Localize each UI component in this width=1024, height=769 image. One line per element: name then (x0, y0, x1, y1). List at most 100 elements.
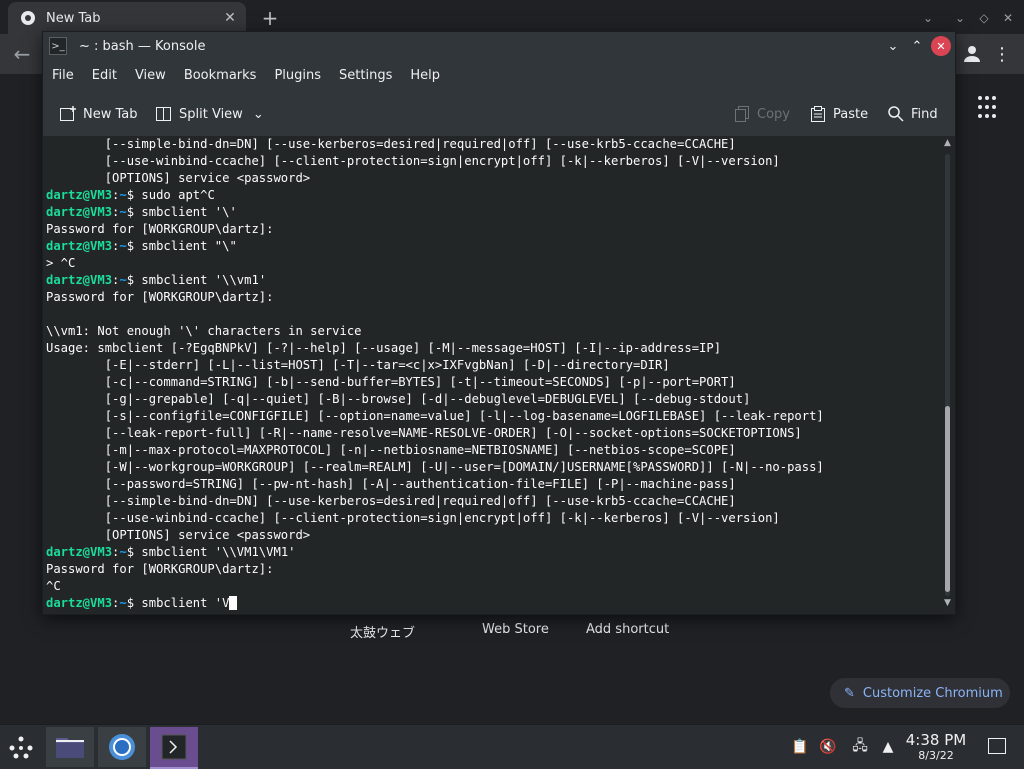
clock-date[interactable]: 8/3/22 (900, 749, 972, 762)
find-label: Find (911, 106, 938, 122)
terminal-prompt-line: dartz@VM3:~$ smbclient "\" (46, 238, 940, 255)
prompt-path: ~ (119, 273, 127, 287)
restore-icon[interactable]: ◇ (974, 8, 994, 28)
clipboard-icon[interactable]: 📋 (790, 737, 810, 757)
volume-muted-icon[interactable]: 🔇 (818, 737, 838, 757)
taskbar-chromium[interactable] (98, 727, 146, 767)
taskbar: 📋 🔇 🖧 ▲ 4:38 PM 8/3/22 (0, 724, 1024, 769)
paste-icon (811, 106, 825, 122)
prompt-user: dartz@VM3 (46, 239, 113, 253)
terminal-prompt-line: dartz@VM3:~$ smbclient '\' (46, 204, 940, 221)
apps-grid-icon[interactable] (978, 96, 1002, 120)
terminal-output-line: ^C (46, 579, 61, 593)
menu-view[interactable]: View (126, 68, 175, 83)
new-tab-button[interactable]: New Tab (59, 102, 138, 126)
prompt-symbol: $ (126, 188, 142, 202)
profile-icon[interactable] (960, 42, 984, 66)
find-button[interactable]: Find (887, 102, 938, 126)
terminal-view[interactable]: [--simple-bind-dn=DN] [--use-kerberos=de… (43, 136, 940, 614)
menu-help[interactable]: Help (401, 68, 449, 83)
prompt-symbol: $ (126, 205, 142, 219)
new-tab-label: New Tab (83, 106, 138, 122)
terminal-output-line: [--password=STRING] [--pw-nt-hash] [-A|-… (46, 477, 736, 491)
new-tab-button[interactable]: + (258, 6, 282, 30)
terminal-output-line: [--use-winbind-ccache] [--client-protect… (46, 154, 780, 168)
command-text: sudo apt^C (141, 188, 215, 202)
chromium-favicon-icon (21, 11, 35, 25)
scroll-down-icon[interactable]: ▼ (940, 598, 955, 612)
application-launcher-icon[interactable] (8, 735, 34, 761)
shortcut-web-store[interactable]: Web Store (482, 620, 586, 643)
menu-plugins[interactable]: Plugins (265, 68, 330, 83)
prompt-user: dartz@VM3 (46, 596, 113, 610)
command-text: smbclient '\' (141, 205, 237, 219)
terminal-output-line: [--simple-bind-dn=DN] [--use-kerberos=de… (46, 494, 736, 508)
shortcut-taiko[interactable]: 太鼓ウェブ (350, 620, 482, 643)
menu-edit[interactable]: Edit (83, 68, 126, 83)
show-desktop-icon[interactable] (988, 738, 1006, 754)
expand-tray-icon[interactable]: ▲ (878, 737, 898, 757)
close-window-icon[interactable]: ✕ (998, 8, 1018, 28)
taskbar-dolphin[interactable] (46, 727, 94, 767)
terminal-prompt-line: dartz@VM3:~$ sudo apt^C (46, 187, 940, 204)
customize-label: Customize Chromium (862, 685, 1003, 701)
text-cursor (229, 596, 237, 610)
menu-file[interactable]: File (43, 68, 83, 83)
maximize-icon[interactable]: ⌃ (907, 36, 927, 56)
prompt-user: dartz@VM3 (46, 188, 113, 202)
konsole-toolbar: New Tab Split View ⌄ Copy Paste Find (43, 96, 955, 132)
copy-label: Copy (757, 106, 790, 122)
terminal-output-line: [OPTIONS] service <password> (46, 171, 311, 185)
minimize-icon[interactable]: ⌄ (883, 36, 903, 56)
konsole-app-icon[interactable]: >_ (49, 37, 67, 55)
chromium-tab-strip: New Tab ✕ + ⌄ ⌄ ◇ ✕ (0, 0, 1024, 34)
terminal-output-line: \\vm1: Not enough '\' characters in serv… (46, 324, 362, 338)
scroll-thumb[interactable] (945, 406, 950, 592)
konsole-window: >_ ~ : bash — Konsole ⌄ ⌃ ✕ File Edit Vi… (42, 31, 956, 615)
tab-new-tab[interactable]: New Tab ✕ (8, 2, 246, 34)
chromium-icon (109, 734, 135, 760)
minimize-icon[interactable]: ⌄ (950, 8, 970, 28)
customize-chromium-button[interactable]: ✎ Customize Chromium (830, 678, 1010, 708)
split-view-icon (156, 107, 171, 121)
paste-button[interactable]: Paste (809, 102, 868, 126)
copy-icon (735, 106, 749, 122)
menu-settings[interactable]: Settings (330, 68, 401, 83)
shortcut-add[interactable]: Add shortcut (586, 620, 669, 643)
terminal-output-line: [-W|--workgroup=WORKGROUP] [--realm=REAL… (46, 460, 824, 474)
terminal-scrollbar[interactable]: ▲ ▼ (940, 136, 955, 614)
taskbar-konsole[interactable] (150, 727, 198, 769)
prompt-path: ~ (119, 188, 127, 202)
terminal-output-line: Password for [WORKGROUP\dartz]: (46, 562, 274, 576)
copy-button[interactable]: Copy (733, 102, 790, 126)
clock-time[interactable]: 4:38 PM (900, 731, 972, 749)
paste-label: Paste (833, 106, 869, 122)
tab-close-icon[interactable]: ✕ (220, 8, 240, 28)
prompt-symbol: $ (126, 273, 142, 287)
kebab-menu-icon[interactable]: ⋮ (990, 42, 1014, 66)
menu-bookmarks[interactable]: Bookmarks (175, 68, 266, 83)
prompt-path: ~ (119, 596, 127, 610)
window-title: ~ : bash — Konsole (79, 38, 206, 54)
search-icon (888, 106, 904, 122)
tab-title: New Tab (46, 10, 101, 26)
prompt-user: dartz@VM3 (46, 205, 113, 219)
back-arrow-icon[interactable]: ← (10, 42, 34, 66)
terminal-output-line: [-E|--stderr] [-L|--list=HOST] [-T|--tar… (46, 358, 670, 372)
close-icon[interactable]: ✕ (931, 36, 951, 56)
command-text: smbclient '\\vm1' (141, 273, 267, 287)
terminal-output-line: Password for [WORKGROUP\dartz]: (46, 290, 274, 304)
terminal-output-line: > ^C (46, 256, 76, 270)
pencil-icon: ✎ (844, 685, 855, 701)
scroll-up-icon[interactable]: ▲ (940, 138, 955, 152)
network-icon[interactable]: 🖧 (850, 737, 870, 757)
terminal-output-line: [OPTIONS] service <password> (46, 528, 311, 542)
command-text: smbclient '\\VM1\VM1' (141, 545, 296, 559)
konsole-titlebar[interactable]: >_ ~ : bash — Konsole ⌄ ⌃ ✕ (43, 32, 955, 60)
chevron-down-icon[interactable]: ⌄ (253, 107, 264, 122)
terminal-output-line: [-c|--command=STRING] [-b|--send-buffer=… (46, 375, 736, 389)
tab-search-icon[interactable]: ⌄ (918, 8, 938, 28)
terminal-output: [--simple-bind-dn=DN] [--use-kerberos=de… (43, 136, 940, 612)
split-view-button[interactable]: Split View ⌄ (155, 102, 264, 126)
